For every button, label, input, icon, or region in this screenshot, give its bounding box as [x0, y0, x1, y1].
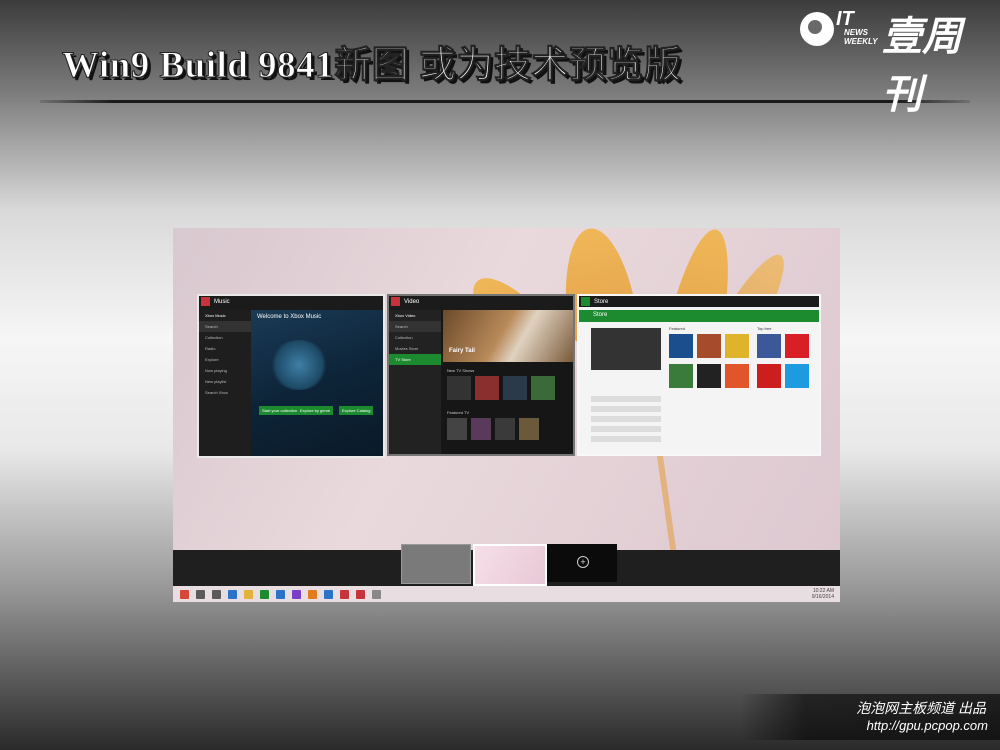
windows-task-view-screenshot: Music Xbox Music Search Collection Radio…	[173, 228, 840, 602]
task-view-window-store[interactable]: Store Store Featured Top free	[577, 294, 821, 456]
sidebar-item[interactable]: Radio	[199, 343, 251, 354]
video-section-title: New TV Shows	[447, 368, 475, 373]
music-icon[interactable]	[356, 589, 365, 599]
store-section-title: Featured	[669, 326, 686, 331]
music-app-icon	[201, 297, 210, 306]
desktop-thumbnail-1[interactable]	[401, 544, 471, 584]
window-app-name: Video	[404, 298, 420, 305]
sidebar-item[interactable]: Collection	[199, 332, 251, 343]
music-hero-art	[269, 340, 329, 390]
store-list-block[interactable]	[591, 396, 661, 446]
desktop-thumbnail-2[interactable]	[473, 544, 547, 586]
video-poster[interactable]	[447, 418, 467, 440]
store-icon[interactable]	[260, 589, 269, 599]
store-section-title: Top free	[757, 326, 772, 331]
window-header: Store	[579, 296, 819, 307]
taskbar-clock[interactable]: 10:22 AM 9/16/2014	[812, 588, 834, 600]
store-app-tile[interactable]	[785, 334, 809, 358]
sidebar-item[interactable]: Search	[199, 321, 251, 332]
video-section-title: Featured TV	[447, 410, 470, 415]
store-app-tile[interactable]	[725, 334, 749, 358]
store-app-tile[interactable]	[697, 334, 721, 358]
music-action-button[interactable]: Start your collection	[259, 406, 301, 415]
logo-brand-text: 壹周刊	[882, 14, 962, 118]
video-app-icon	[391, 297, 400, 306]
store-title: Store	[593, 312, 608, 318]
power-logo-icon	[800, 12, 834, 46]
sidebar-item[interactable]: Search	[389, 321, 441, 332]
store-app-tile[interactable]	[697, 364, 721, 388]
store-app-content: Store Featured Top free	[579, 310, 819, 454]
sidebar-item[interactable]: Collection	[389, 332, 441, 343]
video-poster[interactable]	[471, 418, 491, 440]
sidebar-item[interactable]: Search Xbox	[199, 387, 251, 398]
window-app-name: Store	[594, 298, 609, 305]
music-action-button[interactable]: Explore Catalog	[339, 406, 374, 415]
video-poster[interactable]	[531, 376, 555, 400]
sidebar-item[interactable]: Xbox Music	[199, 310, 251, 321]
video-sidebar: Xbox Video Search Collection Movies Stor…	[389, 310, 441, 454]
video-poster[interactable]	[519, 418, 539, 440]
store-app-tile[interactable]	[785, 364, 809, 388]
app-grid-icon[interactable]	[324, 589, 333, 599]
add-desktop-button[interactable]: +	[547, 544, 617, 582]
video-hero-image	[443, 310, 573, 362]
music-sidebar: Xbox Music Search Collection Radio Explo…	[199, 310, 251, 456]
logo-news-text: NEWS WEEKLY	[844, 28, 878, 46]
video-poster[interactable]	[503, 376, 527, 400]
sidebar-item[interactable]: Movies Store	[389, 343, 441, 354]
music-action-button[interactable]: Explore by genre	[297, 406, 334, 415]
store-app-tile[interactable]	[725, 364, 749, 388]
video-poster[interactable]	[447, 376, 471, 400]
task-view-window-video[interactable]: Video Xbox Video Search Collection Movie…	[387, 294, 575, 456]
store-app-tile[interactable]	[669, 334, 693, 358]
task-view-window-music[interactable]: Music Xbox Music Search Collection Radio…	[197, 294, 385, 458]
sidebar-item[interactable]: Xbox Video	[389, 310, 441, 321]
video-poster[interactable]	[475, 376, 499, 400]
store-featured-tile[interactable]	[591, 328, 661, 370]
app-blue-icon[interactable]	[276, 589, 285, 599]
sidebar-item[interactable]: Explore	[199, 354, 251, 365]
sidebar-item[interactable]: TV Store	[389, 354, 441, 365]
store-app-tile[interactable]	[757, 334, 781, 358]
video-app-content: Xbox Video Search Collection Movies Stor…	[389, 310, 573, 454]
slide-title: Win9 Build 9841新图 或为技术预览版	[61, 45, 682, 87]
app-orange-icon[interactable]	[308, 589, 317, 599]
footer-url[interactable]: http://gpu.pcpop.com	[867, 718, 988, 733]
file-explorer-icon[interactable]	[244, 589, 253, 599]
store-app-icon	[581, 297, 590, 306]
app-purple-icon[interactable]	[292, 589, 301, 599]
clock-date: 9/16/2014	[811, 594, 834, 600]
internet-explorer-icon[interactable]	[228, 589, 237, 599]
task-view-icon[interactable]	[212, 589, 221, 599]
search-icon[interactable]	[196, 589, 205, 599]
store-app-tile[interactable]	[757, 364, 781, 388]
video-hero-title: Fairy Tail	[449, 348, 475, 354]
title-divider	[40, 100, 970, 103]
music-app-content: Xbox Music Search Collection Radio Explo…	[199, 310, 383, 456]
start-icon[interactable]	[180, 589, 189, 599]
music-heading: Welcome to Xbox Music	[257, 314, 322, 320]
store-app-tile[interactable]	[669, 364, 693, 388]
sidebar-item[interactable]: New playlist	[199, 376, 251, 387]
add-desktop-icon: +	[577, 556, 589, 568]
it-weekly-logo: IT NEWS WEEKLY 壹周刊	[800, 6, 996, 118]
window-app-name: Music	[214, 298, 230, 305]
video-poster[interactable]	[495, 418, 515, 440]
footer-credit: 泡泡网主板频道 出品	[856, 700, 986, 716]
taskbar: 10:22 AM 9/16/2014	[173, 586, 840, 602]
app-gray-icon[interactable]	[372, 589, 381, 599]
video-icon[interactable]	[340, 589, 349, 599]
window-header: Video	[389, 296, 573, 307]
sidebar-item[interactable]: Now playing	[199, 365, 251, 376]
window-header: Music	[199, 296, 383, 307]
store-header-bar	[579, 310, 819, 322]
